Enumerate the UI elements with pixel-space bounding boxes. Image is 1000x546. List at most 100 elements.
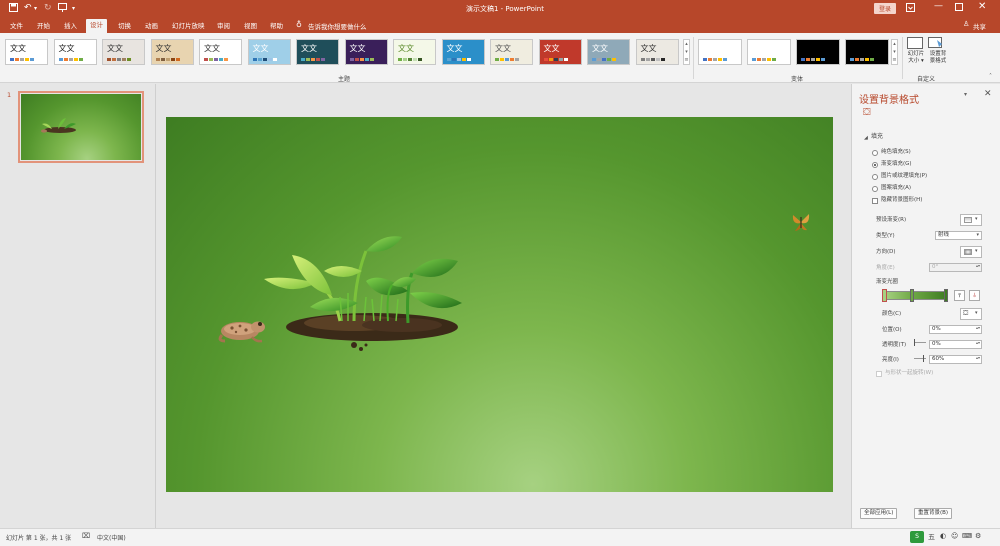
slide-canvas[interactable] [166,117,833,492]
customize-icon[interactable]: ▾ [72,3,75,14]
share-button[interactable]: 共享 [973,21,986,31]
maximize-icon[interactable] [955,3,963,13]
preset-gradient-dropdown[interactable]: ▾ [960,214,982,226]
hide-bg-checkbox[interactable] [872,198,878,204]
theme-option[interactable]: 文文 [53,39,97,65]
brightness-label: 亮度(I) [882,357,899,363]
butterfly-image[interactable] [792,211,810,233]
login-button[interactable]: 登录 [874,3,897,14]
transparency-slider-thumb[interactable] [914,339,915,346]
save-icon[interactable] [9,3,18,16]
brightness-spinner[interactable]: 60% [929,355,982,364]
slide-size-button[interactable]: 幻灯片 大小 ▾ [907,37,925,73]
transparency-spinner[interactable]: 0% [929,340,982,349]
theme-option[interactable]: 文文 [538,39,582,65]
tab-animations[interactable]: 动画 [141,20,162,32]
undo-icon[interactable]: ↶ [24,3,32,14]
theme-option[interactable]: 文文 [635,39,679,65]
variant-option[interactable] [845,39,889,65]
tab-file[interactable]: 文件 [6,20,27,32]
ime-settings-icon[interactable]: ⚙ [975,532,981,540]
variants-scroll[interactable]: ▴ ▾ ≡ [891,39,898,65]
share-icon[interactable]: ♙ [963,20,969,28]
variant-option[interactable] [698,39,742,65]
fill-section-title: 填充 [871,133,884,140]
position-spinner[interactable]: 0% [929,325,982,334]
format-background-button[interactable]: 设置背 景格式 [928,37,948,73]
gradient-stop-handle[interactable] [944,289,948,302]
fill-option-radio[interactable] [872,186,878,192]
theme-option[interactable]: 文文 [102,39,145,65]
brightness-slider-thumb[interactable] [923,355,924,362]
spellcheck-icon[interactable]: ⌧ [82,532,90,540]
theme-option[interactable]: 文文 [247,39,291,65]
plant-sprouts-image[interactable] [262,233,472,355]
gradient-stop-selected[interactable] [882,289,887,302]
close-icon[interactable]: ✕ [978,1,986,12]
theme-option[interactable]: 文文 [393,39,436,65]
color-picker-button[interactable]: ⛋ ▾ [960,308,982,320]
tab-design[interactable]: 设计 [86,19,107,33]
theme-sample-text: 文文 [398,44,414,53]
theme-option[interactable]: 文文 [587,39,630,65]
tab-insert[interactable]: 插入 [60,20,81,32]
gradient-stop-handle[interactable] [910,289,914,302]
tab-transitions[interactable]: 切换 [114,20,135,32]
remove-stop-icon[interactable]: ⫰ [969,290,980,301]
tab-view[interactable]: 视图 [240,20,261,32]
position-label: 位置(O) [882,327,902,333]
fill-collapse-icon[interactable]: ◢ [864,135,868,141]
minimize-icon[interactable]: — [934,1,943,11]
type-dropdown[interactable]: 射线 ▾ [935,231,982,240]
rotate-with-shape-checkbox[interactable] [876,371,882,377]
ime-punct-icon[interactable]: ◐ [940,532,946,540]
tab-review[interactable]: 审阅 [213,20,234,32]
language-indicator[interactable]: 中文(中国) [97,533,126,542]
apply-to-all-button[interactable]: 全部应用(L) [860,508,898,519]
tab-slideshow[interactable]: 幻灯片放映 [168,20,209,32]
frog-image[interactable] [218,315,266,343]
fill-bucket-icon[interactable]: ⛋ [863,107,871,118]
tab-help[interactable]: 帮助 [266,20,287,32]
pane-close-icon[interactable]: ✕ [984,89,992,99]
brightness-slider[interactable] [914,358,926,359]
format-background-label: 设置背 景格式 [929,51,947,64]
themes-scroll[interactable]: ▴ ▾ ≡ [683,39,690,65]
undo-dropdown-icon[interactable]: ▾ [34,3,37,14]
theme-option[interactable]: 文文 [199,39,242,65]
theme-option[interactable]: 文文 [150,39,194,65]
ime-icon[interactable]: S [910,531,924,543]
reset-background-button[interactable]: 重置背景(B) [914,508,953,519]
redo-icon[interactable]: ↻ [44,3,52,14]
variant-option[interactable] [747,39,791,65]
direction-dropdown[interactable]: ▾ [960,246,982,258]
transparency-slider[interactable] [914,342,926,343]
pane-options-icon[interactable]: ▾ [964,91,967,98]
fill-option-radio[interactable] [872,162,878,168]
ime-mode-icon[interactable]: 五 [928,532,935,542]
gradient-stop-bar[interactable] [884,291,947,300]
title-bar: ↶ ▾ ↻ ▾ 演示文稿1 - PowerPoint 登录 — ✕ [0,0,1000,17]
theme-option[interactable]: 文文 [296,39,339,65]
theme-sample-text: 文文 [155,44,172,53]
fill-option-radio[interactable] [872,174,878,180]
theme-option[interactable]: 文文 [5,39,48,65]
ribbon-display-icon[interactable] [906,3,915,14]
collapse-ribbon-icon[interactable]: ˄ [989,73,992,80]
add-stop-icon[interactable]: ⫯ [954,290,965,301]
tell-me-box[interactable]: 告诉我你想要做什么 [308,21,367,31]
fill-option-radio[interactable] [872,150,878,156]
theme-option[interactable]: 文文 [344,39,388,65]
start-presentation-icon[interactable] [58,3,67,16]
rotate-with-shape-label: 与形状一起旋转(W) [885,370,934,376]
ime-emoji-icon[interactable]: ☺ [951,532,958,540]
lightbulb-icon: ♁ [296,20,302,29]
ime-keyboard-icon[interactable]: ⌨ [962,532,972,540]
variant-option[interactable] [796,39,840,65]
theme-option[interactable]: 文文 [441,39,485,65]
slide-thumbnail[interactable] [18,91,144,163]
tab-home[interactable]: 开始 [33,20,54,32]
angle-spinner[interactable]: 0° [929,263,982,272]
theme-sample-text: 文文 [349,44,366,53]
theme-option[interactable]: 文文 [490,39,533,65]
